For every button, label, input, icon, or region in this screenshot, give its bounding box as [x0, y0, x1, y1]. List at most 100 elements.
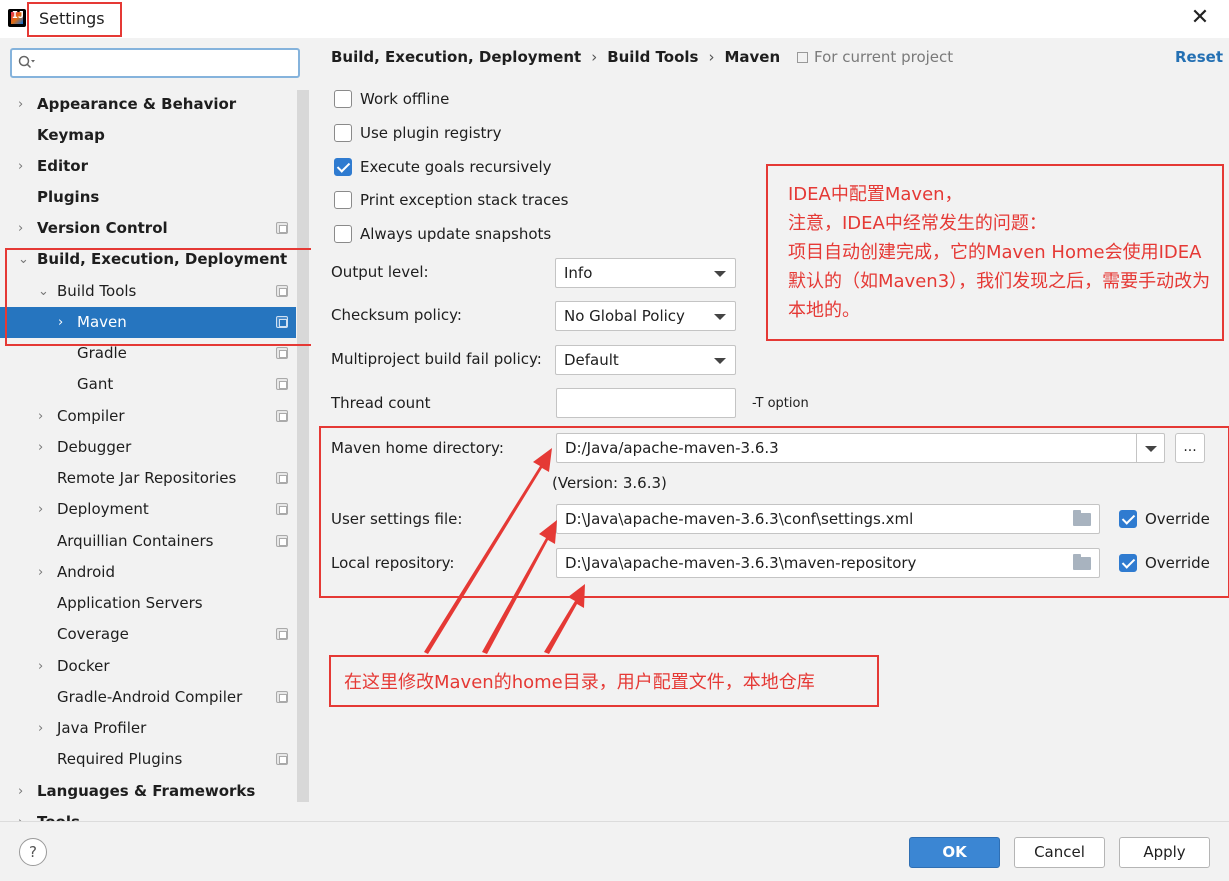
chevron-right-icon[interactable]: ›	[18, 151, 30, 182]
thread-count-input[interactable]	[556, 388, 736, 418]
chevron-right-icon[interactable]: ›	[38, 713, 50, 744]
annotation-callout-text: 在这里修改Maven的home目录，用户配置文件，本地仓库	[344, 672, 815, 693]
project-scope-icon	[276, 691, 288, 703]
project-scope-icon	[276, 753, 288, 765]
sidebar-item-label: Version Control	[37, 219, 168, 237]
folder-icon[interactable]	[1073, 510, 1091, 526]
annotation-line: 注意，IDEA中经常发生的问题：	[788, 213, 1047, 234]
sidebar-item-compiler[interactable]: › Compiler	[0, 401, 296, 432]
sidebar-item-deployment[interactable]: › Deployment	[0, 494, 296, 525]
user-settings-input[interactable]: D:\Java\apache-maven-3.6.3\conf\settings…	[556, 504, 1100, 534]
execute-goals-checkbox[interactable]	[334, 158, 352, 176]
sidebar-item-debugger[interactable]: › Debugger	[0, 432, 296, 463]
always-update-checkbox[interactable]	[334, 225, 352, 243]
sidebar-item-appearance-behavior[interactable]: › Appearance & Behavior	[0, 89, 296, 120]
plugin-registry-checkbox[interactable]	[334, 124, 352, 142]
chevron-right-icon[interactable]: ›	[18, 213, 30, 244]
help-button[interactable]: ?	[19, 838, 47, 866]
chevron-right-icon[interactable]: ›	[18, 807, 30, 821]
sidebar-item-android[interactable]: › Android	[0, 557, 296, 588]
execute-goals-label: Execute goals recursively	[360, 158, 552, 176]
sidebar-item-languages-frameworks[interactable]: › Languages & Frameworks	[0, 776, 296, 807]
search-input[interactable]	[10, 48, 300, 78]
chevron-right-icon[interactable]: ›	[18, 776, 30, 807]
sidebar-item-label: Android	[57, 563, 115, 581]
fail-policy-select[interactable]: Default	[555, 345, 736, 375]
sidebar-item-keymap[interactable]: Keymap	[0, 120, 296, 151]
chevron-right-icon[interactable]: ›	[38, 557, 50, 588]
breadcrumb-separator: ›	[591, 48, 598, 66]
annotation-note-box: IDEA中配置Maven， 注意，IDEA中经常发生的问题： 项目自动创建完成，…	[766, 164, 1224, 341]
annotation-callout-box: 在这里修改Maven的home目录，用户配置文件，本地仓库	[329, 655, 879, 707]
maven-settings-panel: Build, Execution, Deployment › Build Tools…	[311, 38, 1229, 821]
sidebar-item-label: Debugger	[57, 438, 132, 456]
cancel-button[interactable]: Cancel	[1014, 837, 1105, 868]
sidebar-item-label: Remote Jar Repositories	[57, 469, 237, 487]
title-bar: IJ Settings ✕	[0, 0, 1229, 38]
chevron-down-icon	[1145, 446, 1157, 452]
annotation-line: 项目自动创建完成，它的Maven Home会使用IDEA默认的（如Maven3）…	[788, 242, 1211, 321]
sidebar-item-remote-jar-repositories[interactable]: Remote Jar Repositories	[0, 463, 296, 494]
chevron-right-icon[interactable]: ›	[38, 651, 50, 682]
checksum-policy-value: No Global Policy	[564, 307, 685, 325]
local-repo-label: Local repository:	[331, 554, 455, 572]
project-scope-icon	[276, 535, 288, 547]
apply-button[interactable]: Apply	[1119, 837, 1210, 868]
chevron-down-icon	[714, 271, 726, 277]
user-settings-override-checkbox[interactable]	[1119, 510, 1137, 528]
ok-button[interactable]: OK	[909, 837, 1000, 868]
sidebar-item-label: Required Plugins	[57, 750, 183, 768]
sidebar-item-tools[interactable]: › Tools	[0, 807, 296, 821]
sidebar-item-editor[interactable]: › Editor	[0, 151, 296, 182]
fail-policy-label: Multiproject build fail policy:	[331, 350, 542, 368]
sidebar-scrollbar[interactable]	[297, 90, 309, 802]
checksum-policy-label: Checksum policy:	[331, 306, 462, 324]
sidebar-item-label: Docker	[57, 657, 110, 675]
sidebar-item-plugins[interactable]: Plugins	[0, 182, 296, 213]
override-label: Override	[1145, 554, 1210, 572]
annotation-note-text: IDEA中配置Maven， 注意，IDEA中经常发生的问题： 项目自动创建完成，…	[788, 180, 1213, 325]
search-icon	[18, 55, 35, 69]
sidebar-item-label: Arquillian Containers	[57, 532, 214, 550]
project-scope-icon	[276, 222, 288, 234]
sidebar-item-application-servers[interactable]: Application Servers	[0, 588, 296, 619]
sidebar-item-version-control[interactable]: › Version Control	[0, 213, 296, 244]
sidebar-item-label: Compiler	[57, 407, 125, 425]
maven-home-label: Maven home directory:	[331, 439, 504, 457]
reset-link[interactable]: Reset	[1175, 48, 1223, 66]
output-level-select[interactable]: Info	[555, 258, 736, 288]
sidebar-item-gant[interactable]: Gant	[0, 369, 296, 400]
chevron-right-icon[interactable]: ›	[18, 89, 30, 120]
chevron-right-icon[interactable]: ›	[38, 494, 50, 525]
sidebar-item-required-plugins[interactable]: Required Plugins	[0, 744, 296, 775]
chevron-right-icon[interactable]: ›	[38, 432, 50, 463]
work-offline-checkbox[interactable]	[334, 90, 352, 108]
print-exception-label: Print exception stack traces	[360, 191, 569, 209]
scope-label: For current project	[797, 48, 953, 66]
chevron-right-icon[interactable]: ›	[38, 401, 50, 432]
output-level-label: Output level:	[331, 263, 429, 281]
project-scope-icon	[797, 52, 808, 63]
browse-maven-home-button[interactable]: ...	[1175, 433, 1205, 463]
sidebar-item-label: Java Profiler	[57, 719, 147, 737]
local-repo-input[interactable]: D:\Java\apache-maven-3.6.3\maven-reposit…	[556, 548, 1100, 578]
close-icon[interactable]: ✕	[1188, 6, 1212, 30]
sidebar-item-coverage[interactable]: Coverage	[0, 619, 296, 650]
sidebar-item-arquillian-containers[interactable]: Arquillian Containers	[0, 526, 296, 557]
local-repo-override-checkbox[interactable]	[1119, 554, 1137, 572]
print-exception-checkbox[interactable]	[334, 191, 352, 209]
checksum-policy-select[interactable]: No Global Policy	[555, 301, 736, 331]
project-scope-icon	[276, 378, 288, 390]
window-title: Settings	[39, 9, 105, 28]
maven-home-select[interactable]: D:/Java/apache-maven-3.6.3	[556, 433, 1165, 463]
sidebar-item-java-profiler[interactable]: › Java Profiler	[0, 713, 296, 744]
sidebar-item-label: Gradle-Android Compiler	[57, 688, 243, 706]
breadcrumb-part: Maven	[724, 48, 781, 66]
folder-icon[interactable]	[1073, 554, 1091, 570]
sidebar-item-docker[interactable]: › Docker	[0, 651, 296, 682]
thread-count-hint: -T option	[752, 396, 809, 411]
fail-policy-value: Default	[564, 351, 619, 369]
intellij-logo-icon: IJ	[8, 9, 26, 27]
chevron-down-icon	[714, 314, 726, 320]
sidebar-item-gradle-android-compiler[interactable]: Gradle-Android Compiler	[0, 682, 296, 713]
